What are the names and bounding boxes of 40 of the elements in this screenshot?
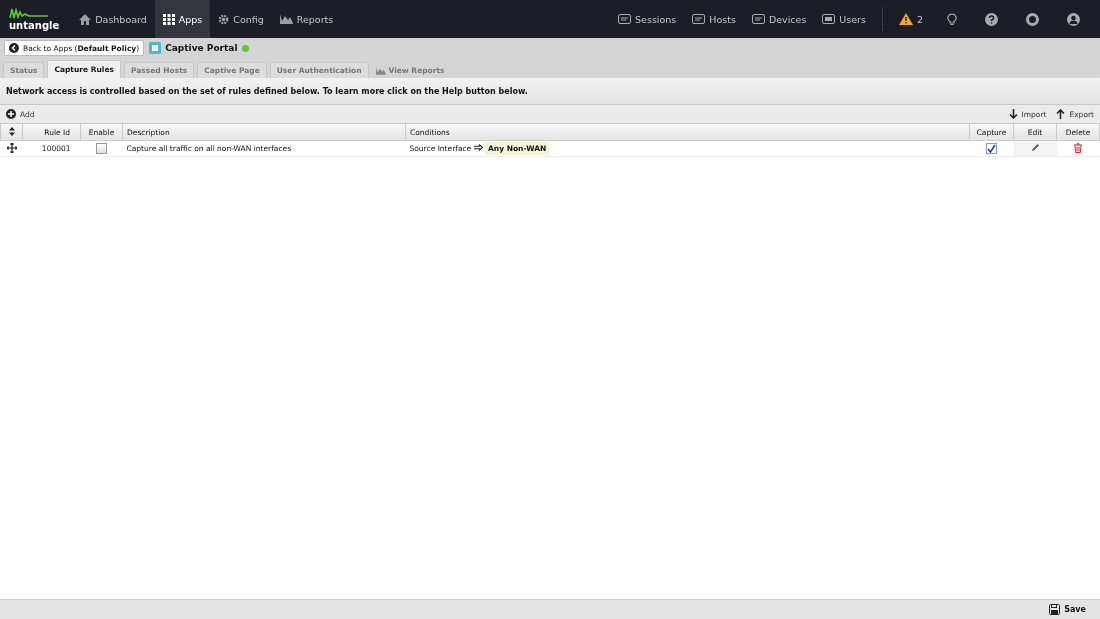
- monitor-icon: [618, 14, 632, 24]
- portal-app-icon: [149, 42, 162, 54]
- gear-icon: [218, 13, 230, 25]
- plus-circle-icon: [6, 109, 16, 119]
- user-icon[interactable]: [1067, 12, 1080, 26]
- lightbulb-icon[interactable]: [947, 12, 957, 26]
- alerts-button[interactable]: 2: [890, 0, 931, 38]
- help-icon[interactable]: [985, 12, 998, 26]
- nav-link[interactable]: Config: [210, 0, 272, 38]
- monitor-icon: [692, 14, 706, 24]
- arrow-down-icon: [1008, 109, 1018, 119]
- nav-link[interactable]: Devices: [743, 0, 815, 38]
- warning-icon: [898, 13, 913, 25]
- nav-link[interactable]: Apps: [154, 0, 211, 38]
- sort-icon[interactable]: [8, 126, 15, 136]
- area-chart-icon: [375, 66, 386, 75]
- grid-icon: [162, 13, 175, 25]
- monitor-icon: [751, 14, 765, 24]
- area-chart-icon: [279, 14, 293, 24]
- double-arrow-icon: [473, 144, 483, 151]
- nav-link[interactable]: Hosts: [684, 0, 744, 38]
- help-message: Network access is controlled based on the set of rules defined below. To learn more click on the Help button below.: [6, 86, 528, 96]
- app-title: Captive Portal: [165, 43, 238, 53]
- nav-link[interactable]: Reports: [271, 0, 342, 38]
- monitor-icon: [822, 14, 836, 24]
- nav-link[interactable]: Users: [814, 0, 874, 38]
- drag-handle-icon[interactable]: [6, 142, 17, 153]
- enable-checkbox[interactable]: [96, 143, 107, 154]
- nav-link[interactable]: Dashboard: [71, 0, 155, 38]
- wave-icon: [9, 7, 49, 20]
- save-button[interactable]: Save: [1043, 603, 1092, 616]
- capture-checkbox[interactable]: [986, 143, 997, 154]
- arrow-up-icon: [1056, 109, 1066, 119]
- trash-icon[interactable]: [1074, 142, 1082, 153]
- home-icon: [79, 13, 92, 25]
- logo-text: untangle: [9, 19, 60, 31]
- pencil-icon[interactable]: [1030, 143, 1040, 152]
- nav-link[interactable]: Sessions: [610, 0, 685, 38]
- arrow-left-icon: [9, 43, 19, 53]
- logo[interactable]: untangle: [0, 7, 72, 31]
